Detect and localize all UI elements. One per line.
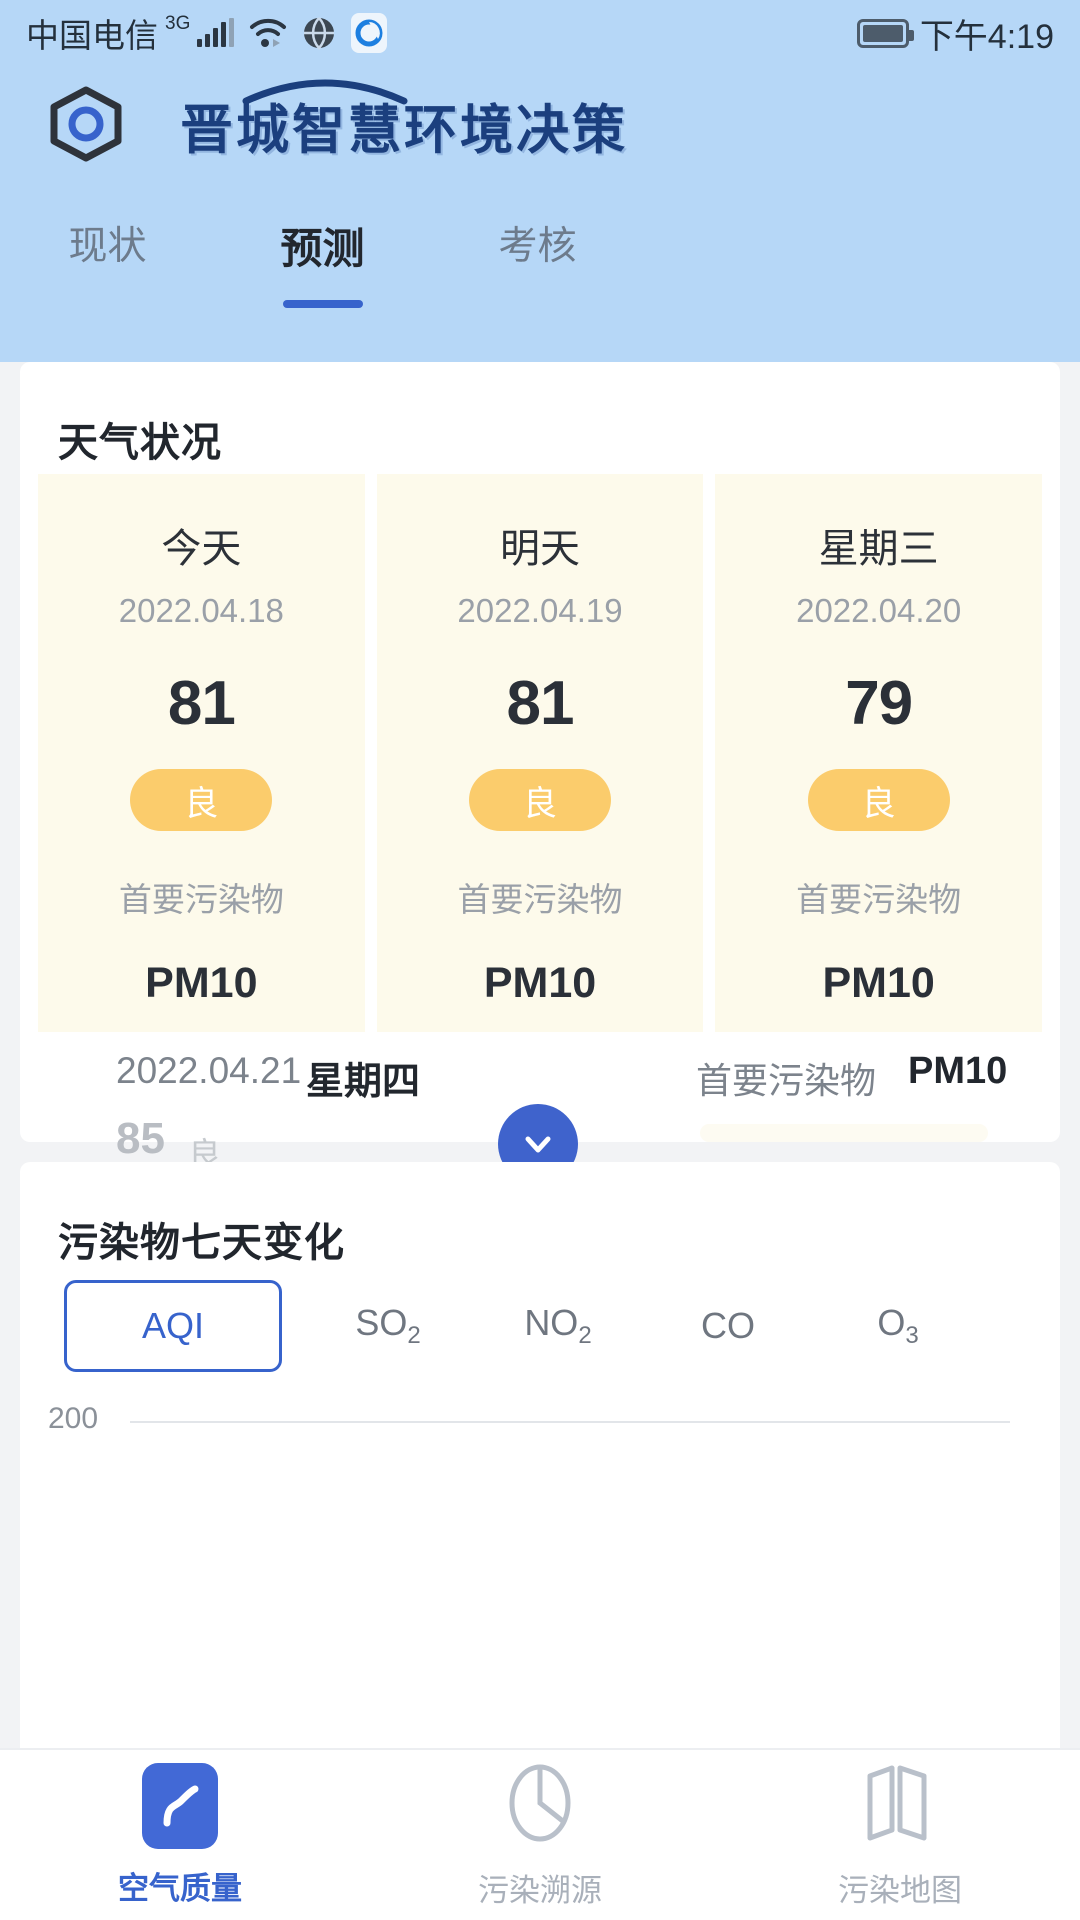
nav-label: 空气质量: [118, 1870, 242, 1906]
forecast-day-label: 今天: [161, 527, 242, 571]
nav-item-pollution-map[interactable]: 污染地图: [720, 1760, 1080, 1910]
chip-o3[interactable]: O3: [834, 1280, 962, 1372]
chip-subscript: 3: [905, 1322, 919, 1350]
app-brand-bar: 晋城智慧环境决策: [0, 70, 1080, 182]
nav-item-air-quality[interactable]: 空气质量: [0, 1762, 360, 1908]
forecast-pollutant-label: 首要污染物: [118, 881, 284, 918]
chip-subscript: 2: [578, 1322, 592, 1350]
forecast-column-today[interactable]: 今天 2022.04.18 81 良 首要污染物 PM10: [38, 474, 365, 1032]
tab-underline: [282, 300, 363, 308]
tab-label: 考核: [498, 225, 577, 268]
forecast-column-tomorrow[interactable]: 明天 2022.04.19 81 良 首要污染物 PM10: [376, 474, 704, 1032]
status-bar-right: 下午4:19: [856, 9, 1054, 58]
tab-yuce[interactable]: 预测: [215, 215, 430, 308]
bottom-navigation-bar: 空气质量 污染溯源 污染地图: [0, 1748, 1080, 1920]
pollutant-chip-row: AQI SO2 NO2 CO O3: [64, 1280, 1060, 1373]
forecast-date-label: 2022.04.19: [457, 592, 623, 629]
tab-xianzhuang[interactable]: 现状: [0, 215, 215, 271]
extra-progress-track: [700, 1124, 988, 1142]
arc-decoration-icon: [242, 79, 408, 105]
clock-label: 下午4:19: [919, 17, 1054, 56]
chart-card-title: 污染物七天变化: [58, 1221, 345, 1265]
chip-so2[interactable]: SO2: [324, 1280, 452, 1372]
extra-forecast-row: 2022.04.21 星期四 85 良 首要污染物 PM10: [20, 1050, 1060, 1184]
nav-item-pollution-source[interactable]: 污染溯源: [360, 1760, 720, 1910]
forecast-aqi-value: 81: [506, 669, 575, 738]
forecast-date-label: 2022.04.20: [796, 592, 962, 629]
extra-date-label: 2022.04.21: [116, 1050, 302, 1091]
forecast-row: 今天 2022.04.18 81 良 首要污染物 PM10 明天 2022.04…: [38, 474, 1043, 1032]
chip-label: CO: [701, 1305, 755, 1347]
forecast-pollutant-value: PM10: [822, 959, 935, 1007]
extra-pollutant-value: PM10: [908, 1050, 1008, 1092]
extra-weekday-label: 星期四: [306, 1061, 421, 1103]
page-title: 晋城智慧环境决策: [180, 101, 628, 160]
app-screen: 中国电信 3G 下午4:19 晋城智慧环境决策 现状 预测 考核 天气状况 今天…: [0, 0, 1080, 1920]
tab-label: 现状: [68, 225, 147, 268]
weather-card-title: 天气状况: [58, 421, 222, 465]
nav-label: 污染地图: [838, 1873, 962, 1908]
carrier-label: 中国电信: [26, 17, 158, 54]
forecast-column-wednesday[interactable]: 星期三 2022.04.20 79 良 首要污染物 PM10: [715, 474, 1043, 1032]
forecast-level-badge: 良: [807, 769, 950, 831]
tab-kaohe[interactable]: 考核: [430, 215, 645, 271]
extra-pollutant-label: 首要污染物: [696, 1060, 877, 1101]
forecast-date-label: 2022.04.18: [118, 592, 284, 629]
forecast-aqi-value: 79: [845, 669, 913, 738]
status-bar: 中国电信 3G 下午4:19: [0, 0, 1080, 66]
forecast-pollutant-value: PM10: [483, 959, 597, 1007]
nav-label: 污染溯源: [478, 1873, 602, 1908]
chevron-down-icon: [525, 1136, 551, 1153]
forecast-level-badge: 良: [469, 769, 611, 831]
network-type-label: 3G: [165, 13, 191, 34]
seven-day-chart-card: 污染物七天变化 AQI SO2 NO2 CO O3 200: [20, 1162, 1060, 1762]
signal-bars-icon: [197, 18, 235, 47]
forecast-level-badge: 良: [130, 769, 273, 831]
forecast-day-label: 星期三: [818, 527, 939, 571]
chart-gridline: [130, 1421, 1010, 1423]
chip-label: NO: [524, 1302, 579, 1343]
status-bar-left: 中国电信 3G: [26, 9, 388, 57]
chip-no2[interactable]: NO2: [494, 1280, 622, 1372]
app-title-wrap: 晋城智慧环境决策: [128, 79, 628, 164]
chip-aqi[interactable]: AQI: [64, 1280, 282, 1373]
forecast-pollutant-label: 首要污染物: [796, 881, 962, 918]
chip-label: AQI: [141, 1305, 204, 1347]
pie-chart-icon: [502, 1760, 578, 1851]
app-icon: [351, 13, 388, 53]
chip-label: O: [877, 1302, 906, 1343]
chip-subscript: 2: [407, 1322, 421, 1350]
top-tab-bar: 现状 预测 考核: [0, 215, 1080, 308]
forecast-pollutant-value: PM10: [145, 959, 258, 1007]
chip-co[interactable]: CO: [664, 1283, 792, 1369]
wifi-icon: [249, 18, 287, 48]
hexagon-logo-icon: [44, 82, 128, 171]
globe-icon: [302, 16, 336, 50]
forecast-aqi-value: 81: [167, 669, 236, 738]
chip-label: SO: [355, 1302, 408, 1343]
y-axis-tick-label: 200: [48, 1402, 99, 1435]
forecast-day-label: 明天: [500, 527, 580, 571]
forecast-pollutant-label: 首要污染物: [457, 881, 623, 918]
seven-day-chart: 200: [20, 1402, 1060, 1662]
tab-label: 预测: [280, 225, 365, 272]
battery-icon: [856, 18, 914, 48]
weather-card: 天气状况 今天 2022.04.18 81 良 首要污染物 PM10 明天 20…: [20, 362, 1060, 1184]
extra-aqi-value: 85: [116, 1114, 165, 1163]
map-icon: [862, 1760, 938, 1851]
air-quality-curve-icon: [142, 1762, 218, 1849]
